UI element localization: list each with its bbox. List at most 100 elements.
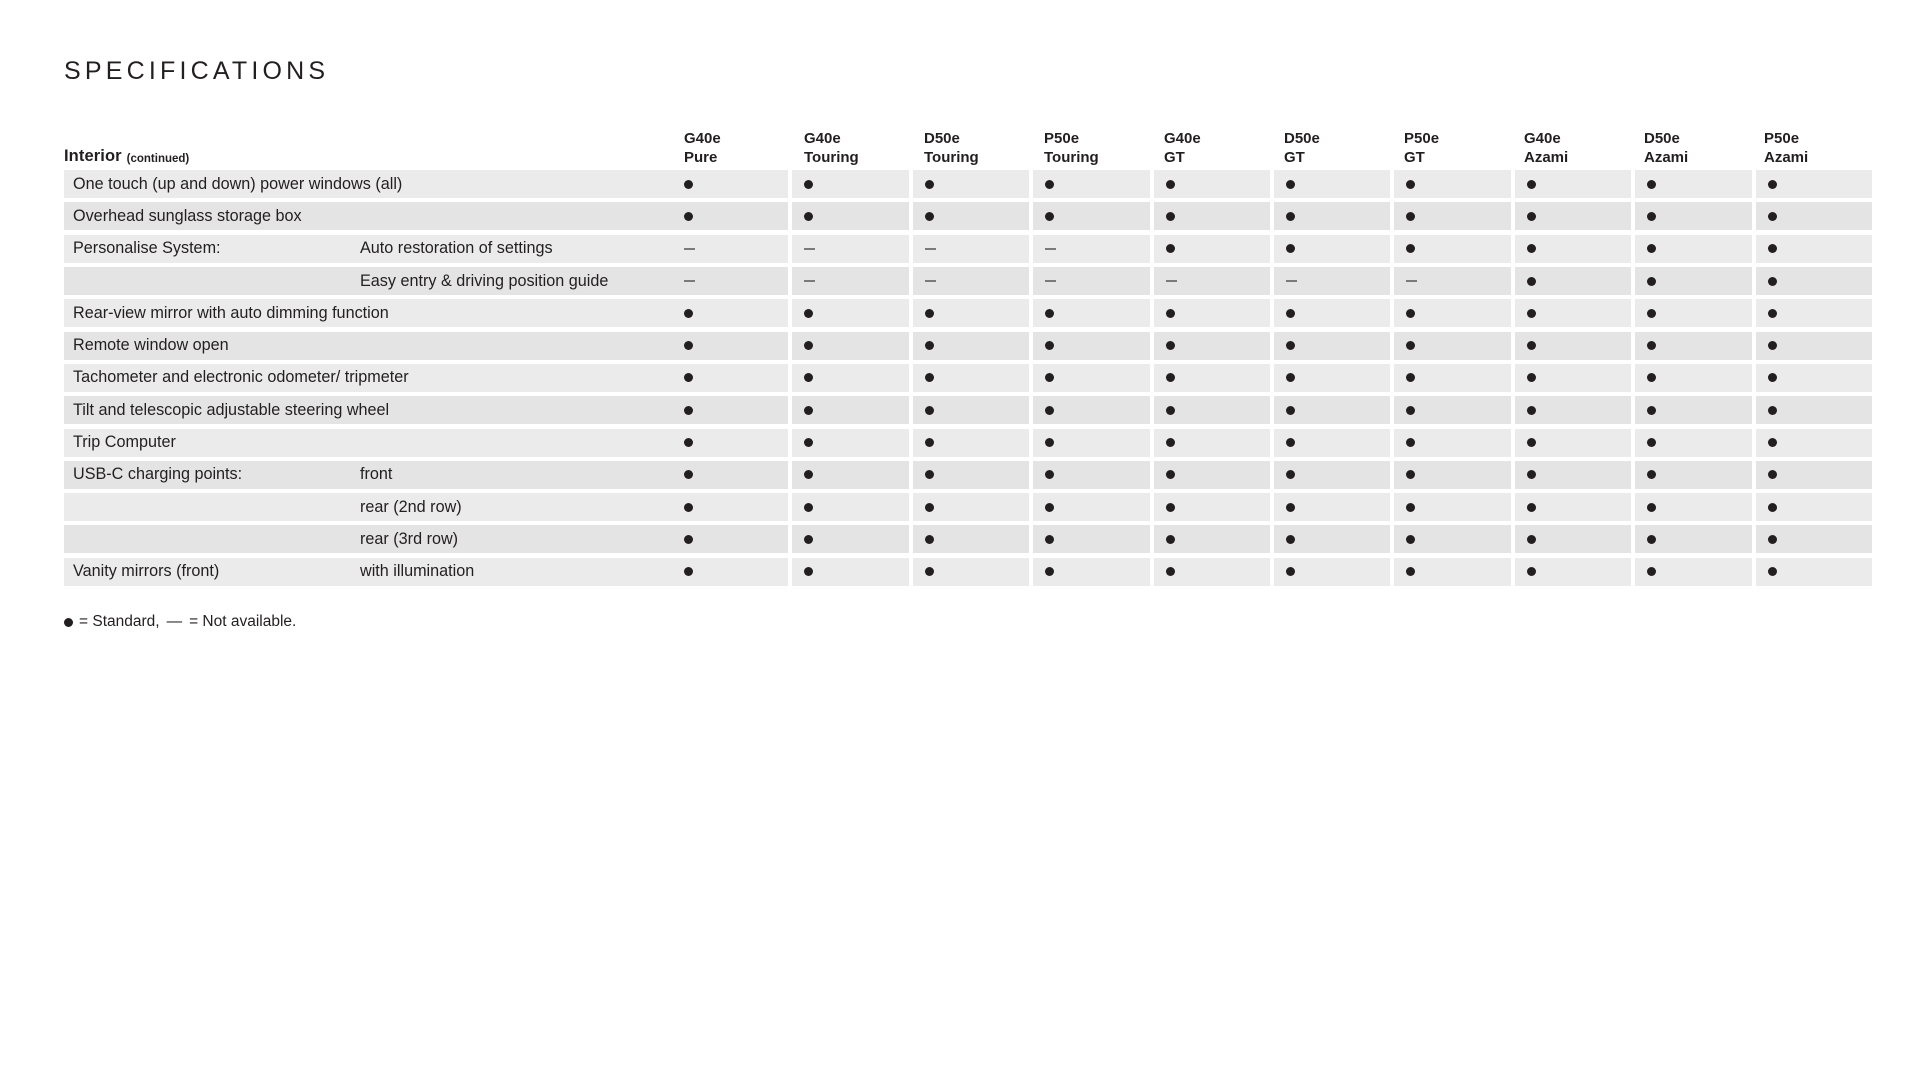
availability-cell (912, 234, 1034, 263)
availability-cell (1514, 396, 1636, 425)
feature-label-cell: Tachometer and electronic odometer/ trip… (64, 363, 672, 392)
specifications-page: SPECIFICATIONS Interior (continued) G40e… (0, 0, 1920, 1080)
availability-cell (912, 363, 1034, 392)
availability-cell (792, 202, 913, 231)
grade-model-label: P50e (1404, 130, 1440, 147)
availability-cell (1153, 234, 1275, 263)
availability-cell (1755, 396, 1873, 425)
availability-cell (1755, 557, 1873, 586)
standard-dot-icon (924, 341, 934, 351)
standard-dot-icon (1647, 438, 1657, 448)
standard-dot-icon (1286, 373, 1296, 383)
standard-dot-icon (804, 438, 814, 448)
availability-cell (1635, 428, 1756, 457)
standard-dot-icon (1286, 438, 1296, 448)
availability-cell (672, 363, 793, 392)
standard-dot-icon (684, 179, 693, 189)
standard-dot-icon (1526, 373, 1536, 383)
availability-cell (1153, 331, 1275, 360)
standard-dot-icon (924, 211, 934, 221)
availability-cell (912, 202, 1034, 231)
standard-dot-icon (684, 308, 693, 318)
grade-trim-label: Touring (1044, 149, 1099, 166)
availability-cell (1514, 428, 1636, 457)
availability-cells (672, 493, 1873, 522)
availability-cell (1033, 299, 1154, 328)
standard-dot-icon (1286, 308, 1296, 318)
standard-dot-icon (1526, 502, 1536, 512)
standard-dot-icon (804, 470, 814, 480)
availability-cell (1274, 170, 1395, 199)
not-available-dash-icon (1406, 280, 1418, 283)
standard-dot-icon (1406, 534, 1416, 544)
availability-cell (1274, 428, 1395, 457)
availability-cell (1514, 460, 1636, 489)
standard-dot-icon (1767, 341, 1777, 351)
feature-name: USB-C charging points: (73, 465, 243, 484)
standard-dot-icon (1286, 502, 1296, 512)
standard-dot-icon (1045, 438, 1055, 448)
availability-cell (1635, 170, 1756, 199)
standard-dot-icon (924, 308, 934, 318)
availability-cell (792, 170, 913, 199)
standard-dot-icon (1406, 244, 1416, 254)
standard-dot-icon (1045, 211, 1055, 221)
not-available-dash-icon (804, 280, 816, 283)
availability-cell (1755, 525, 1873, 554)
standard-dot-icon (1526, 308, 1536, 318)
availability-cell (1033, 267, 1154, 296)
standard-dot-icon (1767, 211, 1777, 221)
availability-cell (792, 234, 913, 263)
availability-cell (1153, 493, 1275, 522)
availability-cells (672, 557, 1873, 586)
availability-cell (912, 428, 1034, 457)
grade-model-label: G40e (1164, 130, 1201, 147)
availability-cell (912, 299, 1034, 328)
legend-standard-dot-icon (64, 617, 73, 627)
standard-dot-icon (924, 567, 934, 577)
grade-trim-label: Azami (1764, 149, 1809, 166)
not-available-dash-icon (1045, 247, 1057, 250)
standard-dot-icon (1767, 502, 1777, 512)
standard-dot-icon (1165, 567, 1175, 577)
not-available-dash-icon (804, 247, 816, 250)
standard-dot-icon (1767, 567, 1777, 577)
standard-dot-icon (804, 405, 814, 415)
standard-dot-icon (1045, 373, 1055, 383)
availability-cell (1274, 299, 1395, 328)
grade-model-label: G40e (684, 130, 721, 147)
availability-cell (1755, 202, 1873, 231)
standard-dot-icon (1165, 438, 1175, 448)
availability-cell (1274, 493, 1395, 522)
standard-dot-icon (1526, 179, 1536, 189)
availability-cell (1153, 525, 1275, 554)
standard-dot-icon (804, 179, 814, 189)
availability-cell (1274, 396, 1395, 425)
standard-dot-icon (684, 341, 693, 351)
standard-dot-icon (924, 534, 934, 544)
feature-name: Personalise System: (73, 239, 221, 258)
table-row: Personalise System: Auto restoration of s… (64, 233, 1873, 265)
section-header-cell: Interior (continued) (64, 118, 672, 168)
standard-dot-icon (1286, 211, 1296, 221)
availability-cell (912, 267, 1034, 296)
availability-cells (672, 267, 1873, 296)
standard-dot-icon (1286, 405, 1296, 415)
feature-label-cell: Vanity mirrors (front) with illumination (64, 557, 672, 586)
standard-dot-icon (804, 567, 814, 577)
standard-dot-icon (1647, 308, 1657, 318)
availability-cell (1033, 460, 1154, 489)
availability-cell (912, 460, 1034, 489)
standard-dot-icon (684, 405, 693, 415)
availability-cell (672, 170, 793, 199)
standard-dot-icon (684, 470, 693, 480)
availability-cell (1033, 170, 1154, 199)
availability-cell (1394, 428, 1515, 457)
grade-model-label: G40e (804, 130, 841, 147)
standard-dot-icon (924, 405, 934, 415)
availability-cell (1755, 267, 1873, 296)
grade-column-header: P50e Touring (1032, 129, 1152, 168)
standard-dot-icon (1406, 438, 1416, 448)
availability-cell (1514, 363, 1636, 392)
standard-dot-icon (1406, 405, 1416, 415)
